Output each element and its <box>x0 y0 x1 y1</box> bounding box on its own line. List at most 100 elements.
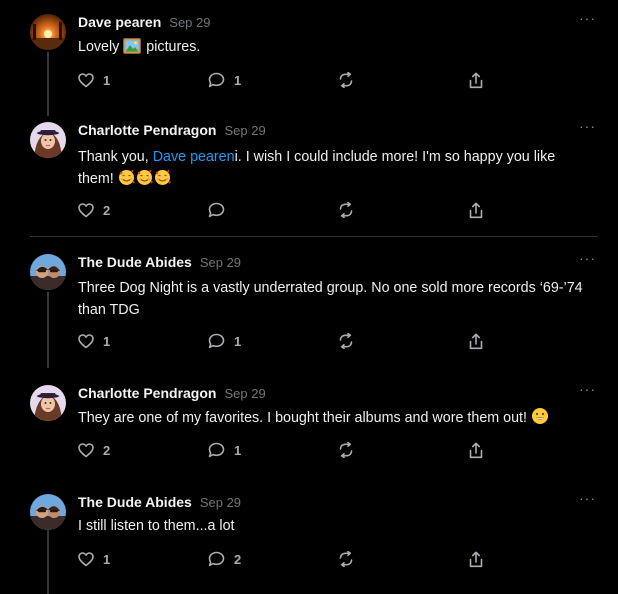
author-name[interactable]: Charlotte Pendragon <box>78 122 216 138</box>
comment-actions: 2 <box>78 201 498 219</box>
grinning-face-emoji <box>531 407 549 432</box>
reply-count: 1 <box>234 442 242 458</box>
reply-count: 1 <box>234 333 242 349</box>
comments-feed: Dave pearen Sep 29 ··· Lovely pictures. <box>0 0 618 594</box>
comment-bubble-icon <box>208 442 225 458</box>
share-icon <box>468 202 484 219</box>
comment-text: I still listen to them...a lot <box>78 518 235 534</box>
avatar[interactable] <box>30 122 66 158</box>
share-icon <box>468 72 484 89</box>
comment-header: Charlotte Pendragon Sep 29 <box>78 385 266 405</box>
comment-date[interactable]: Sep 29 <box>224 123 265 138</box>
like-button[interactable]: 2 <box>78 201 110 219</box>
comment-text: They are one of my favorites. I bought t… <box>78 410 527 426</box>
heart-icon <box>78 202 94 218</box>
share-button[interactable] <box>468 201 484 219</box>
heart-icon <box>78 333 94 349</box>
share-icon <box>468 442 484 459</box>
comment-date[interactable]: Sep 29 <box>169 15 210 30</box>
restack-button[interactable] <box>338 550 354 568</box>
restack-icon <box>338 202 354 218</box>
like-count: 1 <box>103 333 111 349</box>
like-count: 1 <box>103 551 111 567</box>
comment-text: Three Dog Night is a vastly underrated g… <box>78 280 583 318</box>
author-name[interactable]: The Dude Abides <box>78 494 192 510</box>
reply-button[interactable]: 2 <box>208 550 241 568</box>
heart-icon <box>78 442 94 458</box>
avatar[interactable] <box>30 254 66 290</box>
author-name[interactable]: Dave pearen <box>78 14 161 30</box>
comment-header: Charlotte Pendragon Sep 29 <box>78 122 266 142</box>
more-options-button[interactable]: ··· <box>579 10 596 26</box>
comment: The Dude Abides Sep 29 ··· I still liste… <box>0 490 618 574</box>
comment-actions: 2 1 <box>78 441 498 459</box>
like-count: 2 <box>103 442 111 458</box>
comment-body: I still listen to them...a lot <box>78 515 583 537</box>
reply-button[interactable]: 1 <box>208 71 241 89</box>
comment-bubble-icon <box>208 72 225 88</box>
framed-picture-emoji <box>123 38 142 61</box>
restack-button[interactable] <box>338 71 354 89</box>
share-button[interactable] <box>468 332 484 350</box>
heart-icon <box>78 72 94 88</box>
like-button[interactable]: 1 <box>78 332 110 350</box>
restack-icon <box>338 333 354 349</box>
comment-actions: 1 2 <box>78 550 498 568</box>
reply-button[interactable] <box>208 201 234 219</box>
more-options-button[interactable]: ··· <box>579 250 596 266</box>
avatar[interactable] <box>30 385 66 421</box>
restack-icon <box>338 551 354 567</box>
comment-bubble-icon <box>208 333 225 349</box>
comment: The Dude Abides Sep 29 ··· Three Dog Nig… <box>0 250 618 354</box>
comment-bubble-icon <box>208 551 225 567</box>
comment-text: Thank you, <box>78 149 149 165</box>
comment-actions: 1 1 <box>78 332 498 350</box>
author-name[interactable]: Charlotte Pendragon <box>78 385 216 401</box>
comment: Charlotte Pendragon Sep 29 ··· Thank you… <box>0 118 618 232</box>
share-button[interactable] <box>468 71 484 89</box>
comment: Dave pearen Sep 29 ··· Lovely pictures. <box>0 10 618 94</box>
comment-bubble-icon <box>208 202 225 218</box>
comment: Charlotte Pendragon Sep 29 ··· They are … <box>0 381 618 465</box>
like-button[interactable]: 1 <box>78 71 110 89</box>
author-name[interactable]: The Dude Abides <box>78 254 192 270</box>
share-button[interactable] <box>468 441 484 459</box>
more-options-button[interactable]: ··· <box>579 381 596 397</box>
comment-body: They are one of my favorites. I bought t… <box>78 407 583 432</box>
reply-button[interactable]: 1 <box>208 332 241 350</box>
thread-divider <box>30 236 598 237</box>
comment-body: Thank you, Dave peareni. I wish I could … <box>78 146 583 193</box>
comment-actions: 1 1 <box>78 71 498 89</box>
restack-button[interactable] <box>338 201 354 219</box>
comment-date[interactable]: Sep 29 <box>224 386 265 401</box>
share-icon <box>468 551 484 568</box>
mention-link[interactable]: Dave pearen <box>153 149 235 165</box>
comment-date[interactable]: Sep 29 <box>200 495 241 510</box>
restack-button[interactable] <box>338 441 354 459</box>
reply-button[interactable]: 1 <box>208 441 241 459</box>
like-button[interactable]: 2 <box>78 441 110 459</box>
smiling-face-with-hearts-emoji <box>118 169 172 187</box>
comment-header: The Dude Abides Sep 29 <box>78 494 241 514</box>
like-button[interactable]: 1 <box>78 550 110 568</box>
more-options-button[interactable]: ··· <box>579 490 596 506</box>
avatar[interactable] <box>30 494 66 530</box>
avatar[interactable] <box>30 14 66 50</box>
like-count: 2 <box>103 202 111 218</box>
restack-button[interactable] <box>338 332 354 350</box>
like-count: 1 <box>103 72 111 88</box>
more-options-button[interactable]: ··· <box>579 118 596 134</box>
share-icon <box>468 333 484 350</box>
comment-body: Lovely pictures. <box>78 36 583 61</box>
share-button[interactable] <box>468 550 484 568</box>
comment-date[interactable]: Sep 29 <box>200 255 241 270</box>
heart-icon <box>78 551 94 567</box>
comment-text: pictures. <box>146 39 201 55</box>
restack-icon <box>338 72 354 88</box>
reply-count: 2 <box>234 551 242 567</box>
reply-count: 1 <box>234 72 242 88</box>
comment-body: Three Dog Night is a vastly underrated g… <box>78 277 583 321</box>
comment-header: The Dude Abides Sep 29 <box>78 254 241 274</box>
comment-header: Dave pearen Sep 29 <box>78 14 210 34</box>
comment-text: Lovely <box>78 39 120 55</box>
